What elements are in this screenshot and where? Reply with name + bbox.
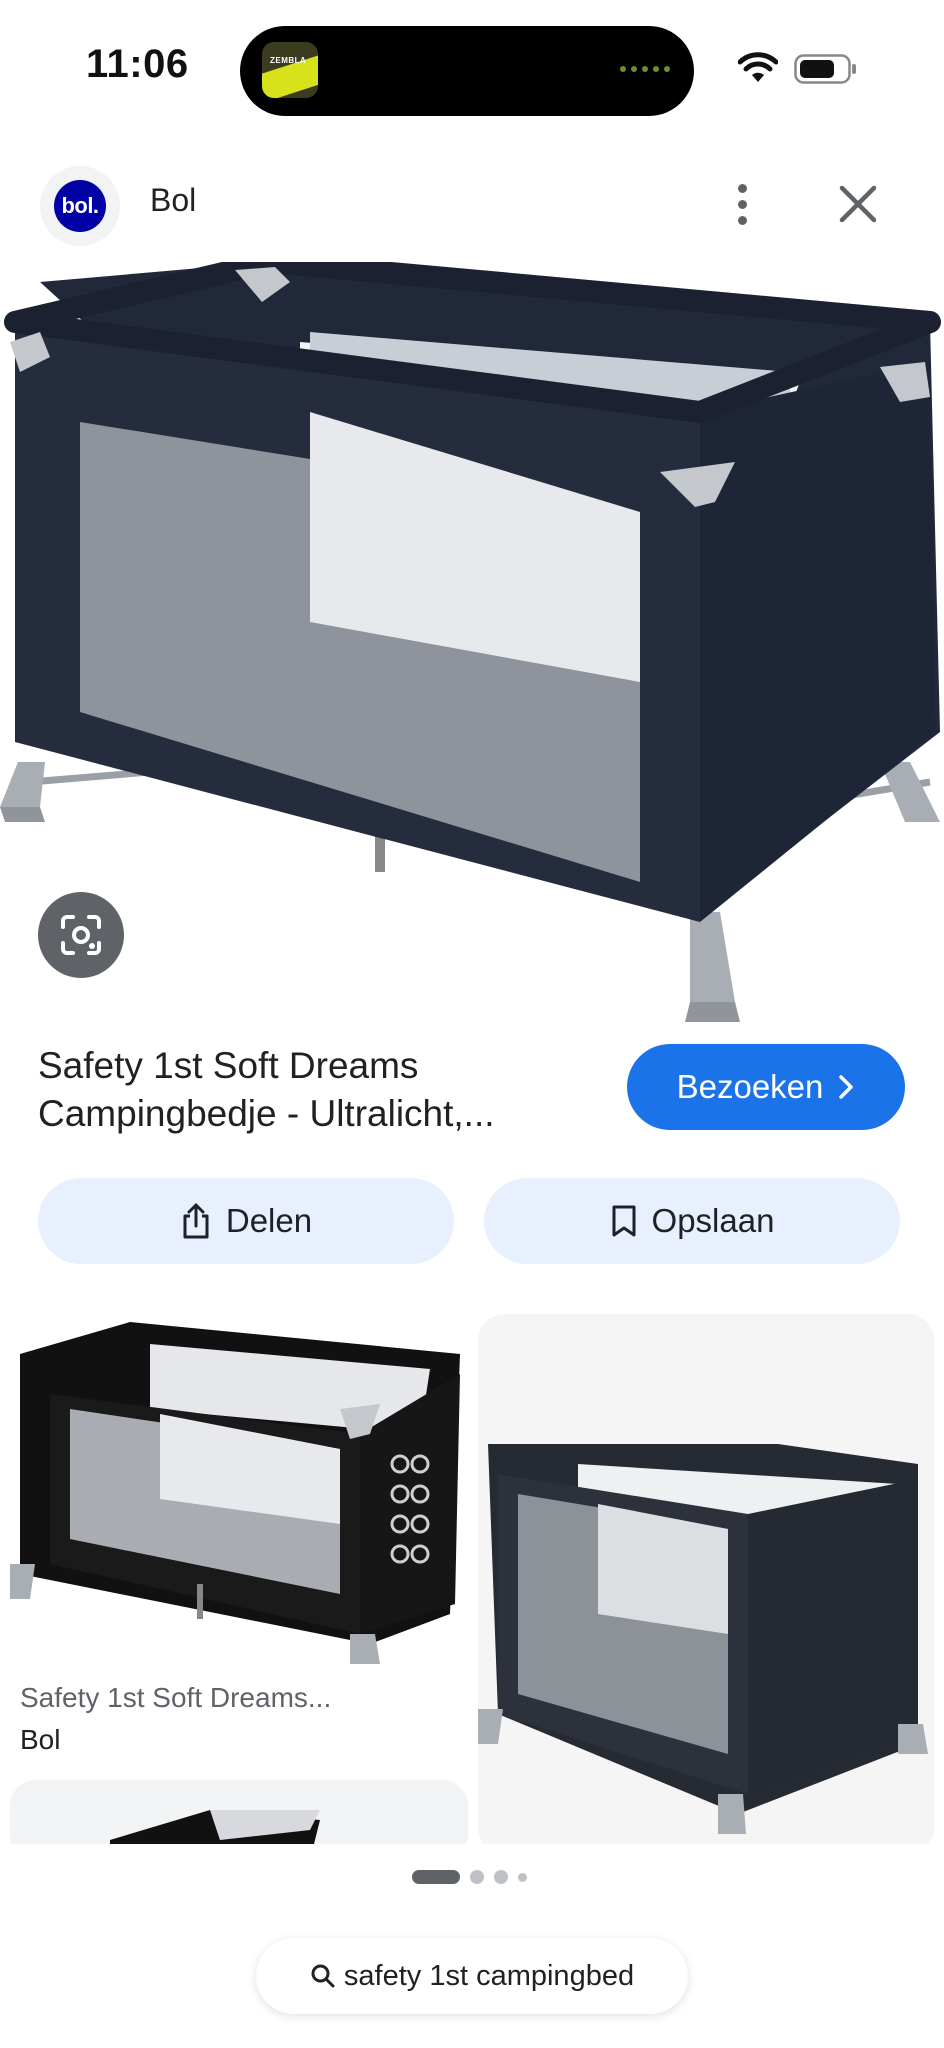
more-vert-icon[interactable]	[720, 178, 764, 230]
visit-button-label: Bezoeken	[676, 1068, 824, 1105]
bol-logo: bol.	[54, 180, 106, 232]
audio-waveform-icon	[620, 66, 670, 72]
site-name[interactable]: Bol	[150, 182, 196, 219]
visit-button[interactable]: Bezoeken	[627, 1044, 905, 1130]
related-source-1: Bol	[20, 1724, 61, 1755]
related-image-1[interactable]	[10, 1314, 468, 1668]
lens-icon[interactable]	[38, 892, 124, 978]
chevron-right-icon	[839, 1075, 854, 1099]
share-button[interactable]: Delen	[38, 1178, 454, 1264]
share-icon	[183, 1203, 209, 1239]
page-indicator	[412, 1870, 527, 1884]
wifi-icon	[738, 52, 778, 82]
share-label: Delen	[225, 1202, 313, 1239]
now-playing-artwork: ZEMBLA	[262, 42, 318, 98]
search-icon	[311, 1964, 335, 1988]
save-label: Opslaan	[651, 1202, 775, 1239]
related-image-2[interactable]	[478, 1314, 934, 1854]
battery-icon	[794, 54, 856, 84]
product-title[interactable]: Safety 1st Soft Dreams Campingbedje - Ul…	[38, 1042, 578, 1138]
close-icon[interactable]	[834, 180, 882, 228]
product-image[interactable]	[0, 262, 944, 1022]
save-button[interactable]: Opslaan	[484, 1178, 900, 1264]
related-title-1[interactable]: Safety 1st Soft Dreams...	[20, 1682, 331, 1714]
search-chip[interactable]: safety 1st campingbed	[256, 1938, 688, 2014]
status-time: 11:06	[86, 42, 189, 86]
bookmark-icon	[612, 1205, 636, 1237]
search-query: safety 1st campingbed	[343, 1959, 635, 1992]
